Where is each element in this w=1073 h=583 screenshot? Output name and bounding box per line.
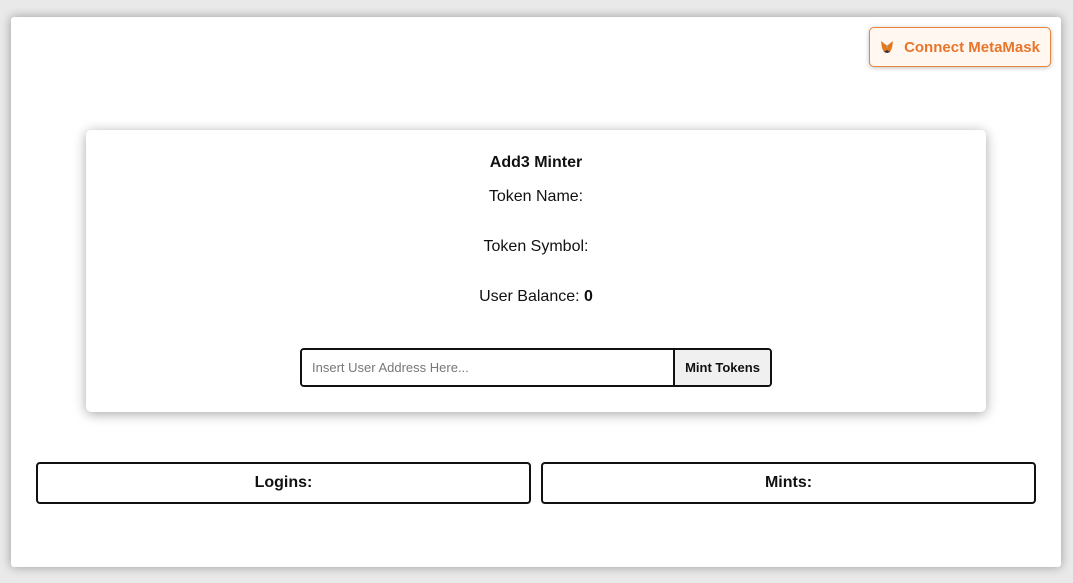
user-balance-label: User Balance:	[479, 288, 580, 305]
mint-tokens-button[interactable]: Mint Tokens	[673, 350, 770, 385]
app-page: Connect MetaMask Add3 Minter Token Name:…	[11, 17, 1061, 567]
connect-metamask-label: Connect MetaMask	[904, 38, 1040, 56]
metamask-fox-icon	[881, 41, 894, 53]
token-symbol-row: Token Symbol:	[86, 238, 986, 256]
minter-card: Add3 Minter Token Name: Token Symbol: Us…	[86, 130, 986, 412]
logins-panel: Logins:	[36, 462, 531, 504]
card-title: Add3 Minter	[489, 154, 583, 171]
user-address-input[interactable]	[302, 350, 673, 385]
connect-metamask-button[interactable]: Connect MetaMask	[869, 27, 1051, 67]
user-balance-row: User Balance: 0	[86, 288, 986, 306]
logins-label: Logins:	[254, 474, 313, 491]
mints-label: Mints:	[764, 474, 813, 491]
mints-panel: Mints:	[541, 462, 1036, 504]
token-name-row: Token Name:	[86, 188, 986, 206]
token-name-label: Token Name:	[488, 188, 584, 205]
token-symbol-label: Token Symbol:	[483, 238, 589, 255]
user-balance-value: 0	[584, 288, 593, 305]
mint-form: Mint Tokens	[300, 348, 772, 387]
